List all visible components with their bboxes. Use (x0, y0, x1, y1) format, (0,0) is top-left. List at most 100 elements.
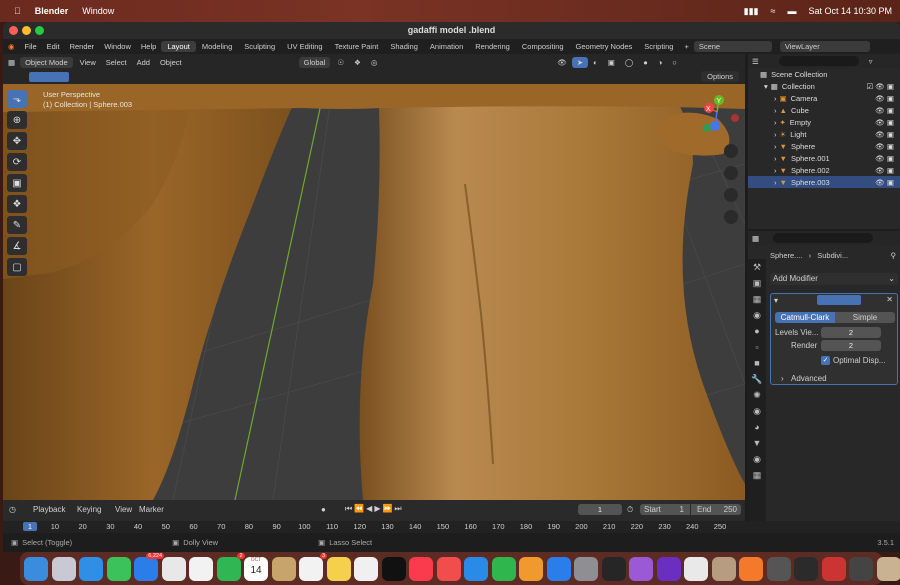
activity-monitor-icon[interactable] (794, 556, 818, 581)
menu-timeline-view[interactable]: View (115, 505, 132, 514)
scene-selector[interactable]: Scene (693, 41, 772, 52)
outliner-visibility-icons[interactable]: 👁 ▣ (875, 118, 894, 127)
frame-ruler[interactable]: 1 10 20 30 40 50 60 70 80 90 100 110 120 130 140 150 160… (3, 521, 900, 533)
optimal-display-checkbox[interactable]: ✓ (821, 356, 830, 365)
wifi-icon[interactable]: ≈ (771, 6, 776, 16)
safari-icon[interactable] (79, 556, 103, 581)
current-frame-field[interactable]: 1 (578, 504, 622, 515)
menu-file[interactable]: File (20, 42, 42, 51)
menu-playback[interactable]: Playback (33, 505, 65, 514)
render-levels-field[interactable]: 2 (821, 340, 881, 351)
stopwatch-icon[interactable]: ⏱ (627, 505, 633, 515)
system-info-icon[interactable] (766, 556, 791, 581)
collection-visibility-icons[interactable]: ☑ 👁 ▣ (867, 82, 895, 91)
maps-icon[interactable] (161, 556, 186, 581)
record-icon[interactable]: ● (321, 505, 326, 514)
calendar-icon[interactable]: OCT 14 (244, 556, 268, 581)
tab-compositing[interactable]: Compositing (516, 41, 570, 52)
select-mode-icons[interactable] (29, 72, 69, 82)
advanced-label[interactable]: Advanced (791, 374, 827, 383)
system-settings-icon[interactable] (574, 556, 598, 581)
levels-viewport-field[interactable]: 2 (821, 327, 881, 338)
news-icon[interactable] (436, 556, 461, 581)
end-frame-field[interactable]: End 250 (691, 504, 741, 515)
screen-window-icon[interactable] (849, 556, 873, 581)
neg-x-icon[interactable] (731, 114, 739, 122)
transform-orientation[interactable]: Global (298, 56, 331, 68)
expand-icon[interactable]: › (774, 166, 777, 175)
app-menu[interactable]: Blender (35, 6, 69, 16)
menu-select[interactable]: Select (101, 57, 132, 68)
music-icon[interactable] (409, 556, 433, 581)
preview-icon[interactable] (711, 556, 736, 581)
expand-icon[interactable]: › (774, 118, 777, 127)
finder-icon[interactable] (24, 556, 48, 581)
simple-button[interactable]: Simple (835, 312, 895, 323)
advanced-expand-icon[interactable]: › (781, 374, 784, 383)
properties-editor-icon[interactable]: ▦ (752, 234, 759, 243)
notes-icon[interactable] (326, 556, 351, 581)
add-workspace-icon[interactable]: + (679, 42, 693, 51)
overlay-icon[interactable]: ◐ (588, 57, 603, 68)
blender-logo-icon[interactable]: ◉ (3, 42, 20, 51)
gizmo-icon[interactable]: ➤ (571, 56, 589, 68)
close-button[interactable] (9, 26, 18, 35)
collection-row[interactable]: ▾ ▦ Collection ☑ 👁 ▣ (748, 80, 900, 92)
filter-icon[interactable]: ▿ (869, 57, 873, 66)
transform-icon[interactable]: ❖ (7, 195, 27, 213)
menu-window[interactable]: Window (99, 42, 136, 51)
scale-icon[interactable]: ▣ (7, 174, 27, 192)
pin-icon[interactable]: ⚲ (891, 251, 897, 260)
tab-uv-editing[interactable]: UV Editing (281, 41, 328, 52)
rotate-icon[interactable]: ⟳ (7, 153, 27, 171)
properties-search-input[interactable] (773, 233, 874, 243)
outliner-item-light[interactable]: › ☀ Light 👁 ▣ (748, 128, 900, 140)
pan-view-icon[interactable] (724, 166, 738, 180)
menu-view[interactable]: View (75, 57, 101, 68)
properties-tab-icons[interactable]: ⚒ ▣ ▦ ◉ ● ▫ ■ 🔧 ✺ ◉ ◕ ▼ ◉ ▦ (748, 259, 766, 483)
expand-icon[interactable]: › (774, 130, 777, 139)
outliner-visibility-icons[interactable]: 👁 ▣ (875, 154, 894, 163)
outliner-item-sphere-003[interactable]: › ▼ Sphere.003 👁 ▣ (748, 176, 900, 188)
menu-edit[interactable]: Edit (42, 42, 65, 51)
expand-icon[interactable]: › (774, 142, 777, 151)
clock[interactable]: Sat Oct 14 10:30 PM (808, 6, 892, 16)
zoom-button[interactable] (35, 26, 44, 35)
outliner-item-cube[interactable]: › ▲ Cube 👁 ▣ (748, 104, 900, 116)
reminders-icon[interactable]: 3 (299, 552, 327, 581)
launchpad-icon[interactable] (51, 556, 76, 581)
expand-icon[interactable]: › (774, 106, 777, 115)
menu-add[interactable]: Add (132, 57, 155, 68)
keynote-icon[interactable] (464, 556, 488, 581)
move-icon[interactable]: ✥ (7, 132, 27, 150)
terminal-alt-icon[interactable] (601, 556, 626, 581)
menu-marker[interactable]: Marker (139, 505, 164, 514)
outliner-item-sphere[interactable]: › ▼ Sphere 👁 ▣ (748, 140, 900, 152)
battery-icon[interactable]: ▮▮▮ (744, 6, 759, 17)
facetime-icon[interactable]: 2 (216, 552, 245, 581)
outliner-visibility-icons[interactable]: 👁 ▣ (875, 130, 894, 139)
cursor-icon[interactable]: ⊕ (7, 111, 27, 129)
shading-material-icon[interactable]: ◑ (653, 57, 668, 68)
podcasts-icon[interactable] (629, 556, 653, 581)
timeline-editor-icon[interactable]: ◷ (9, 505, 16, 514)
3d-viewport[interactable]: ⬎ ⊕ ✥ ⟳ ▣ ❖ ✎ ∡ ▢ User Perspective (1) C… (3, 84, 745, 500)
control-center-icon[interactable]: ▬ (787, 6, 796, 16)
minimize-button[interactable] (22, 26, 31, 35)
outliner-visibility-icons[interactable]: 👁 ▣ (875, 106, 894, 115)
snap-icon[interactable]: ❖ (349, 57, 366, 68)
chrome-icon[interactable] (684, 556, 708, 581)
window-menu[interactable]: Window (82, 6, 114, 16)
catmull-clark-button[interactable]: Catmull-Clark (775, 312, 835, 323)
menu-object[interactable]: Object (155, 57, 187, 68)
messages-icon[interactable] (106, 556, 131, 581)
camera-view-icon[interactable] (724, 188, 738, 202)
shading-solid-icon[interactable]: ● (638, 57, 653, 68)
outliner-editor-icon[interactable]: ☰ (752, 57, 759, 66)
menu-keying[interactable]: Keying (77, 505, 101, 514)
dictionary-icon[interactable] (821, 556, 846, 581)
collapse-icon[interactable]: ▾ (774, 296, 778, 305)
pages-icon[interactable] (519, 556, 543, 581)
photos-icon[interactable] (189, 556, 213, 581)
outliner-item-empty[interactable]: › ✦ Empty 👁 ▣ (748, 116, 900, 128)
